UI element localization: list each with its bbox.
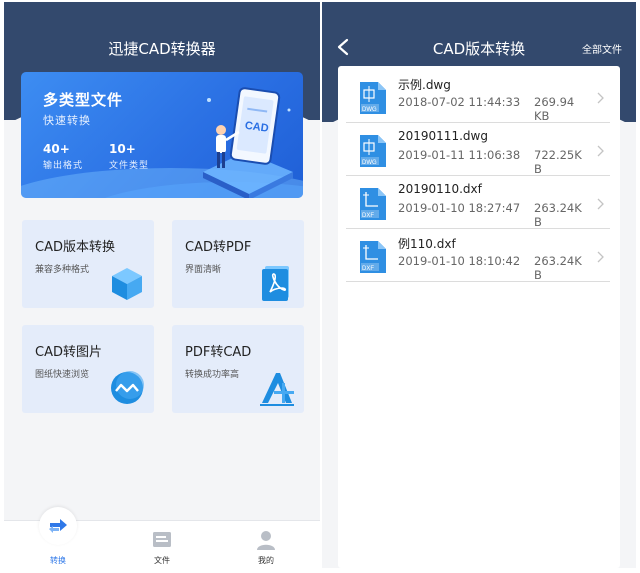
file-row[interactable]: DWG 20190111.dwg 2019-01-11 11:06:38 722…	[346, 123, 610, 176]
file-date: 2019-01-10 18:27:47	[398, 201, 521, 215]
stat-label: 输出格式	[43, 161, 84, 171]
card-title: CAD转PDF	[185, 240, 252, 255]
tab-label: 我的	[258, 556, 274, 565]
screenshot-canvas: 迅捷CAD转换器 多类型文件 快速转换 40+ 输出格式 10+ 文件类型 CA…	[0, 0, 640, 573]
file-size: 263.24K B	[534, 201, 582, 229]
file-date: 2018-07-02 11:44:33	[398, 95, 521, 109]
cube-icon	[112, 268, 142, 300]
phone-cad-illustration-icon: CAD	[203, 87, 293, 198]
dwg-file-icon: DWG	[360, 82, 386, 114]
dwg-file-icon: DWG	[360, 135, 386, 167]
all-files-button[interactable]: 全部文件	[582, 41, 622, 56]
file-row[interactable]: DXF 例110.dxf 2019-01-10 18:10:42 263.24K…	[346, 229, 610, 282]
file-icon	[153, 532, 171, 547]
card-title: CAD版本转换	[35, 240, 115, 255]
stat-number: 10+	[109, 142, 136, 156]
file-date: 2019-01-11 11:06:38	[398, 148, 521, 162]
card-cad-version-convert[interactable]: CAD版本转换 兼容多种格式	[22, 220, 154, 308]
file-name: 示例.dwg	[398, 78, 451, 92]
tab-profile[interactable]: 我的	[226, 521, 306, 568]
file-row[interactable]: DXF 20190110.dxf 2019-01-10 18:27:47 263…	[346, 176, 610, 229]
file-list-panel: DWG 示例.dwg 2018-07-02 11:44:33 269.94 KB…	[338, 66, 620, 568]
file-size: 269.94 KB	[534, 95, 575, 123]
convert-icon	[49, 519, 67, 533]
tab-convert[interactable]: 转换	[18, 507, 98, 568]
promo-banner[interactable]: 多类型文件 快速转换 40+ 输出格式 10+ 文件类型 CAD	[21, 72, 303, 198]
card-title: PDF转CAD	[185, 345, 252, 360]
card-pdf-to-cad[interactable]: PDF转CAD 转换成功率高	[172, 325, 304, 413]
bottom-tab-bar: 转换 文件 我的	[4, 507, 320, 568]
file-name: 例110.dxf	[398, 237, 456, 251]
chevron-right-icon	[597, 251, 604, 263]
chevron-right-icon	[597, 198, 604, 210]
stat-number: 40+	[43, 142, 70, 156]
file-size: 263.24K B	[534, 254, 582, 282]
card-title: CAD转图片	[35, 345, 102, 360]
converter-home-screen: 迅捷CAD转换器 多类型文件 快速转换 40+ 输出格式 10+ 文件类型 CA…	[4, 2, 320, 568]
file-list-screen: CAD版本转换 全部文件 DWG 示例.dwg 2018-07-02 11:44…	[322, 2, 636, 568]
banner-stat-formats: 40+ 输出格式	[43, 142, 83, 171]
card-description: 兼容多种格式	[35, 265, 90, 275]
user-icon	[257, 531, 275, 550]
tab-label: 转换	[50, 556, 66, 565]
card-cad-to-pdf[interactable]: CAD转PDF 界面清晰	[172, 220, 304, 308]
card-description: 图纸快速浏览	[35, 370, 90, 380]
tab-files[interactable]: 文件	[122, 521, 202, 568]
file-type-text: DXF	[362, 213, 374, 219]
card-cad-to-image[interactable]: CAD转图片 图纸快速浏览	[22, 325, 154, 413]
file-date: 2019-01-10 18:10:42	[398, 254, 521, 268]
card-description: 转换成功率高	[185, 370, 240, 380]
file-type-text: DWG	[362, 160, 377, 166]
dxf-file-icon: DXF	[360, 188, 386, 220]
banner-title: 多类型文件	[43, 91, 124, 109]
file-name: 20190110.dxf	[398, 182, 482, 196]
cad-ruler-icon	[260, 373, 294, 406]
app-title: 迅捷CAD转换器	[108, 40, 216, 58]
banner-stat-file-types: 10+ 文件类型	[109, 142, 149, 171]
file-name: 20190111.dwg	[398, 129, 488, 143]
file-type-text: DXF	[362, 266, 374, 272]
stat-label: 文件类型	[109, 161, 150, 171]
file-type-text: DWG	[362, 107, 377, 113]
file-row[interactable]: DWG 示例.dwg 2018-07-02 11:44:33 269.94 KB	[346, 70, 610, 123]
chevron-right-icon	[597, 145, 604, 157]
card-description: 界面清晰	[185, 265, 222, 275]
file-size: 722.25K B	[534, 148, 582, 176]
banner-subtitle: 快速转换	[43, 114, 91, 127]
chevron-right-icon	[597, 92, 604, 104]
dxf-file-icon: DXF	[360, 241, 386, 273]
image-wave-icon	[111, 371, 144, 404]
pdf-icon	[262, 266, 289, 301]
tab-label: 文件	[154, 556, 170, 565]
